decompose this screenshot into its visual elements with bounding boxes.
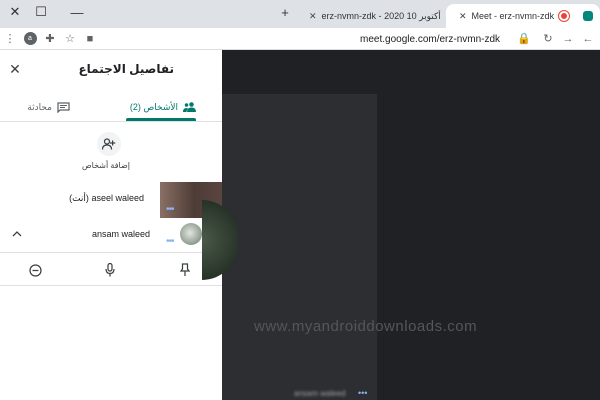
people-icon bbox=[183, 102, 196, 112]
meeting-stage: www.myandroiddownloads.com ansam waleed … bbox=[202, 50, 600, 400]
reload-icon[interactable]: ↻ bbox=[538, 28, 558, 50]
url-text[interactable]: meet.google.com/erz-nvmn-zdk bbox=[360, 28, 500, 50]
participant-controls bbox=[0, 252, 222, 286]
remove-participant-icon[interactable] bbox=[26, 261, 44, 279]
chevron-up-icon[interactable] bbox=[10, 227, 24, 241]
participant-name: aseel waleed (أنت) bbox=[69, 193, 144, 203]
tab-chat[interactable]: محادثة bbox=[27, 92, 70, 122]
participant-name: ansam waleed bbox=[91, 229, 150, 239]
audio-indicator-icon: ••• bbox=[166, 204, 174, 215]
close-panel-icon[interactable]: ✕ bbox=[6, 60, 24, 78]
tab-title: erz-nvmn-zdk - أكتوبر 10 2020 bbox=[321, 10, 441, 21]
tab-close-icon[interactable]: ✕ bbox=[309, 11, 317, 22]
browser-tab-active[interactable]: ✕ Meet - erz-nvmn-zdk bbox=[446, 4, 600, 28]
panel-title: تفاصيل الاجتماع bbox=[78, 62, 174, 76]
add-people-button[interactable]: إضافة أشخاص bbox=[82, 132, 130, 170]
active-tab-indicator bbox=[126, 118, 196, 121]
back-icon[interactable]: ← bbox=[578, 28, 598, 50]
avatar bbox=[180, 223, 202, 245]
pin-icon[interactable] bbox=[176, 261, 194, 279]
add-people-label: إضافة أشخاص bbox=[82, 161, 130, 170]
watermark-text: www.myandroiddownloads.com bbox=[254, 318, 478, 335]
recording-dot-icon bbox=[559, 11, 570, 21]
browser-tab-bar: ✕ ☐ — + ✕ erz-nvmn-zdk - أكتوبر 10 2020 … bbox=[0, 0, 600, 28]
tile-participant-name: ansam waleed bbox=[294, 389, 346, 398]
browser-address-bar: ⋮ a ✚ ☆ ■ meet.google.com/erz-nvmn-zdk 🔒… bbox=[0, 28, 600, 50]
menu-dots-icon[interactable]: ⋮ bbox=[0, 28, 20, 50]
chat-icon bbox=[57, 101, 70, 113]
lock-icon[interactable]: 🔒 bbox=[514, 28, 534, 50]
minimize-window-icon[interactable]: — bbox=[62, 0, 92, 24]
tab-chat-label: محادثة bbox=[27, 101, 52, 112]
maximize-window-icon[interactable]: ☐ bbox=[26, 0, 56, 24]
audio-indicator-icon: ••• bbox=[166, 236, 174, 247]
mic-icon[interactable] bbox=[101, 261, 119, 279]
tab-title: Meet - erz-nvmn-zdk bbox=[471, 11, 555, 21]
profile-avatar[interactable]: a bbox=[20, 28, 40, 50]
participant-row[interactable]: ••• aseel waleed (أنت) bbox=[0, 182, 222, 218]
meet-favicon-icon bbox=[583, 11, 594, 21]
participant-video-tile[interactable] bbox=[222, 94, 377, 400]
meeting-details-panel: تفاصيل الاجتماع ✕ الأشخاص (2) محادثة إضا… bbox=[0, 50, 222, 400]
tab-people-label: الأشخاص (2) bbox=[129, 101, 178, 112]
extensions-icon[interactable]: ✚ bbox=[40, 28, 60, 50]
forward-icon[interactable]: → bbox=[558, 28, 578, 50]
participant-row[interactable]: ••• ansam waleed bbox=[0, 218, 222, 252]
audio-indicator-icon: ••• bbox=[358, 388, 368, 398]
tab-close-icon[interactable]: ✕ bbox=[459, 11, 467, 22]
add-person-icon bbox=[97, 132, 121, 156]
browser-tab-inactive[interactable]: ✕ erz-nvmn-zdk - أكتوبر 10 2020 bbox=[296, 4, 444, 28]
bookmark-star-icon[interactable]: ☆ bbox=[60, 28, 80, 50]
camera-indicator-icon[interactable]: ■ bbox=[80, 28, 100, 50]
